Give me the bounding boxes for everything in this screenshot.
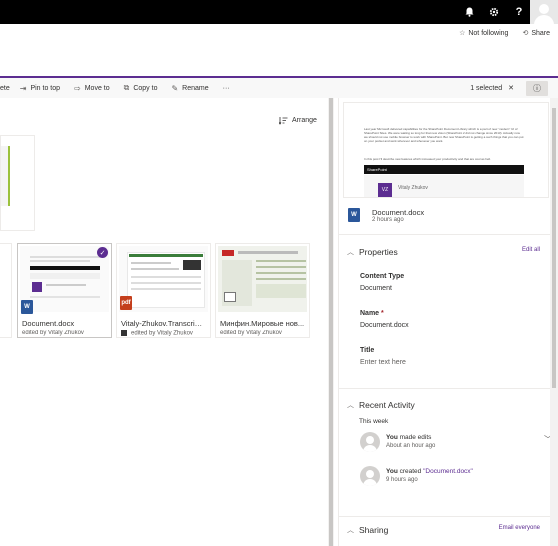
file-name[interactable]: Vitaly-Zhukov.Transcript.pdf <box>121 319 206 328</box>
word-file-icon: W <box>21 300 33 314</box>
file-thumbnail <box>20 246 109 312</box>
divider <box>339 234 551 235</box>
file-meta: edited by Vitaly Zhukov <box>22 330 84 336</box>
activity-doc-link[interactable]: "Document.docx" <box>423 468 473 475</box>
activity-item[interactable]: You made edits About an hour ago ﹀ <box>360 432 552 456</box>
bell-icon[interactable] <box>456 0 482 24</box>
file-meta: edited by Vitaly Zhukov <box>121 330 206 337</box>
name-value[interactable]: Document.docx <box>360 322 409 329</box>
email-everyone-link[interactable]: Email everyone <box>499 525 540 531</box>
file-meta: edited by Vitaly Zhukov <box>220 330 282 336</box>
title-input[interactable]: Enter text here <box>360 359 406 366</box>
file-name[interactable]: Минфин.Мировые нов... <box>220 319 305 328</box>
move-icon: ⇨ <box>74 83 81 93</box>
avatar <box>360 432 380 452</box>
main-scrollbar[interactable] <box>328 98 334 546</box>
file-type-icon <box>121 330 127 336</box>
divider <box>339 516 551 517</box>
gear-icon[interactable] <box>481 0 507 24</box>
selected-check-icon[interactable]: ✓ <box>97 247 108 258</box>
help-icon[interactable]: ? <box>506 0 532 24</box>
chevron-up-icon: ︿ <box>347 402 354 409</box>
pdf-file-icon: pdf <box>120 296 132 310</box>
copy-icon: ⧉ <box>123 83 130 92</box>
name-label: Name * <box>360 310 384 317</box>
chevron-up-icon: ︿ <box>347 527 354 534</box>
details-pane: Last year Microsoft delivered capabiliti… <box>338 98 558 546</box>
sharing-section-header[interactable]: ︿ Sharing <box>347 525 388 535</box>
content-type-value[interactable]: Document <box>360 285 392 292</box>
activity-week-label: This week <box>359 418 389 425</box>
sort-icon <box>279 117 288 125</box>
share-icon: ⟲ <box>522 30 529 37</box>
pane-doc-time: 2 hours ago <box>372 217 404 223</box>
file-name[interactable]: Document.docx <box>22 319 107 328</box>
file-tile-image[interactable]: Минфин.Мировые нов... edited by Vitaly Z… <box>215 243 310 338</box>
not-following-button[interactable]: ☆ Not following <box>459 29 508 37</box>
suite-bar: ? <box>0 0 558 24</box>
file-tile-document[interactable]: ✓ W Document.docx edited by Vitaly Zhuko… <box>17 243 112 338</box>
delete-button[interactable]: ete <box>0 85 10 92</box>
edit-all-link[interactable]: Edit all <box>522 247 540 253</box>
file-thumbnail <box>119 246 208 312</box>
chevron-up-icon: ︿ <box>347 249 354 256</box>
avatar <box>360 466 380 486</box>
document-preview[interactable]: Last year Microsoft delivered capabiliti… <box>343 102 549 198</box>
follow-share-bar: ☆ Not following ⟲ Share <box>459 29 550 37</box>
info-pane-button[interactable]: ⓘ <box>526 81 548 96</box>
pane-scrollbar[interactable] <box>550 98 558 546</box>
clear-selection-icon[interactable]: ✕ <box>508 84 514 92</box>
properties-section-header[interactable]: ︿ Properties <box>347 247 398 257</box>
divider <box>339 388 551 389</box>
file-thumbnail <box>218 246 307 312</box>
recent-activity-section-header[interactable]: ︿ Recent Activity <box>347 400 415 410</box>
file-tile-pdf[interactable]: pdf Vitaly-Zhukov.Transcript.pdf edited … <box>116 243 211 338</box>
pane-doc-name: Document.docx <box>372 208 425 217</box>
title-label: Title <box>360 347 375 354</box>
selection-status: 1 selected ✕ <box>470 84 514 93</box>
user-avatar[interactable] <box>530 0 558 24</box>
pin-icon: ⇥ <box>19 83 27 93</box>
word-file-icon: W <box>348 208 360 222</box>
content-type-label: Content Type <box>360 273 405 280</box>
share-button[interactable]: ⟲ Share <box>522 29 550 37</box>
copy-to-button[interactable]: ⧉ Copy to <box>124 83 158 93</box>
file-tile-partial[interactable] <box>0 135 35 231</box>
rename-button[interactable]: ✎ Rename <box>171 84 208 93</box>
move-to-button[interactable]: ⇨ Move to <box>74 84 110 93</box>
pencil-icon: ✎ <box>171 83 179 93</box>
more-button[interactable]: ··· <box>223 85 230 92</box>
star-icon: ☆ <box>459 30 466 37</box>
command-bar: ete ⇥ Pin to top ⇨ Move to ⧉ Copy to ✎ Renam… <box>0 76 558 98</box>
activity-item[interactable]: You created "Document.docx" 9 hours ago <box>360 466 550 490</box>
arrange-button[interactable]: Arrange <box>279 116 317 125</box>
file-tile-partial[interactable] <box>0 243 12 338</box>
pin-to-top-button[interactable]: ⇥ Pin to top <box>20 84 60 93</box>
